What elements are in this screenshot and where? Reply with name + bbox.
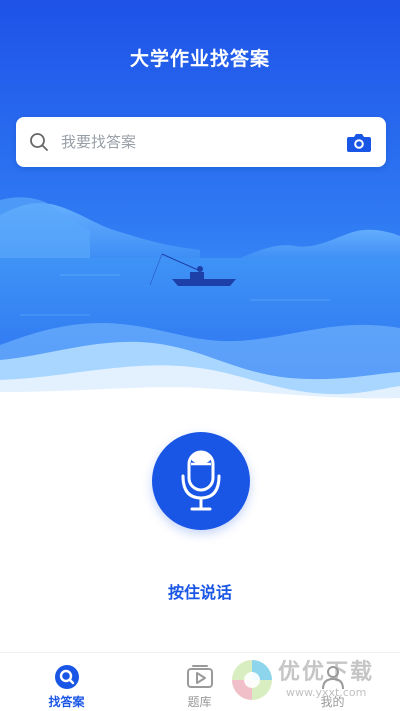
microphone-icon <box>181 450 221 511</box>
app-title: 大学作业找答案 <box>129 48 270 70</box>
play-box-icon <box>186 665 213 688</box>
search-icon <box>54 665 79 689</box>
bottom-tab-bar: 找答案 题库 我的 <box>0 652 400 711</box>
tab-profile[interactable]: 我的 <box>266 653 399 711</box>
hero-banner: 大学作业找答案 <box>0 0 400 400</box>
search-input[interactable] <box>61 128 331 156</box>
hold-to-talk-label: 按住说话 <box>167 583 232 602</box>
tab-label: 我的 <box>320 695 345 709</box>
tab-label: 找答案 <box>48 695 85 709</box>
tab-label: 题库 <box>187 695 212 709</box>
camera-icon[interactable] <box>346 131 372 153</box>
user-icon <box>321 666 344 690</box>
tab-question-bank[interactable]: 题库 <box>133 653 266 711</box>
voice-record-button[interactable] <box>152 432 250 530</box>
tab-find-answers[interactable]: 找答案 <box>0 653 133 711</box>
search-bar[interactable] <box>16 117 386 167</box>
search-icon <box>30 133 48 151</box>
